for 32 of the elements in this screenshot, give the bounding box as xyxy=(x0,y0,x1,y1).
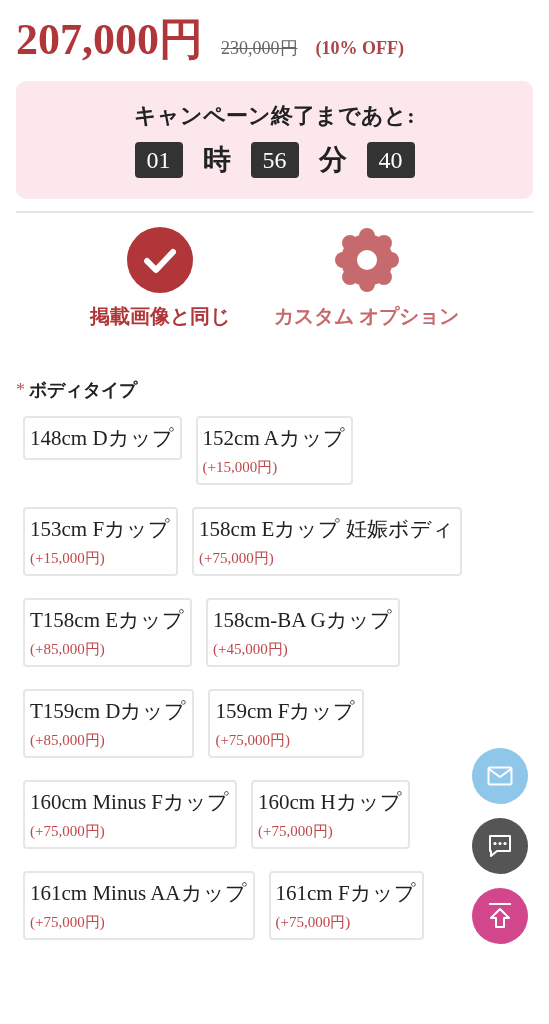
envelope-icon xyxy=(487,766,513,786)
option-mode-button[interactable]: 掲載画像と同じ xyxy=(90,227,230,330)
body-type-option[interactable]: 153cm Fカップ (+15,000円) xyxy=(23,507,179,576)
campaign-title: キャンペーン終了まであと: xyxy=(134,102,415,130)
body-type-option[interactable]: 148cm Dカップ xyxy=(23,416,182,460)
body-type-option[interactable]: 160cm Minus Fカップ (+75,000円) xyxy=(23,780,237,849)
chat-button[interactable] xyxy=(472,818,528,874)
gear-icon xyxy=(333,227,400,293)
up-arrow-icon xyxy=(486,902,514,930)
body-type-option[interactable]: T159cm Dカップ (+85,000円) xyxy=(23,689,195,758)
body-type-option[interactable]: T158cm Eカップ (+85,000円) xyxy=(23,598,193,667)
body-type-option[interactable]: 161cm Fカップ (+75,000円) xyxy=(268,871,424,940)
check-circle-icon xyxy=(127,227,193,293)
option-mode-button[interactable]: カスタム オプション xyxy=(274,227,459,330)
body-type-option[interactable]: 158cm-BA Gカップ (+45,000円) xyxy=(206,598,400,667)
countdown-digits: 56 xyxy=(250,142,299,178)
countdown-unit: 分 xyxy=(318,143,347,177)
body-type-option[interactable]: 161cm Minus AAカップ (+75,000円) xyxy=(23,871,255,940)
countdown-digits: 01 xyxy=(134,142,183,178)
original-price: 230,000円 xyxy=(221,37,298,60)
body-type-option[interactable]: 152cm Aカップ (+15,000円) xyxy=(195,416,353,485)
body-type-option[interactable]: 158cm Eカップ 妊娠ボディ (+75,000円) xyxy=(192,507,462,576)
back-to-top-button[interactable] xyxy=(472,888,528,944)
body-type-option[interactable]: 160cm Hカップ (+75,000円) xyxy=(251,780,410,849)
chat-bubble-icon xyxy=(487,833,513,859)
required-mark: * xyxy=(16,379,25,401)
countdown-unit: 時 xyxy=(202,143,231,177)
body-type-option[interactable]: 159cm Fカップ (+75,000円) xyxy=(208,689,364,758)
section-title: ボディタイプ xyxy=(29,379,137,402)
sale-price: 207,000円 xyxy=(16,14,203,66)
discount-label: (10% OFF) xyxy=(315,38,404,59)
countdown-digits: 40 xyxy=(366,142,415,178)
